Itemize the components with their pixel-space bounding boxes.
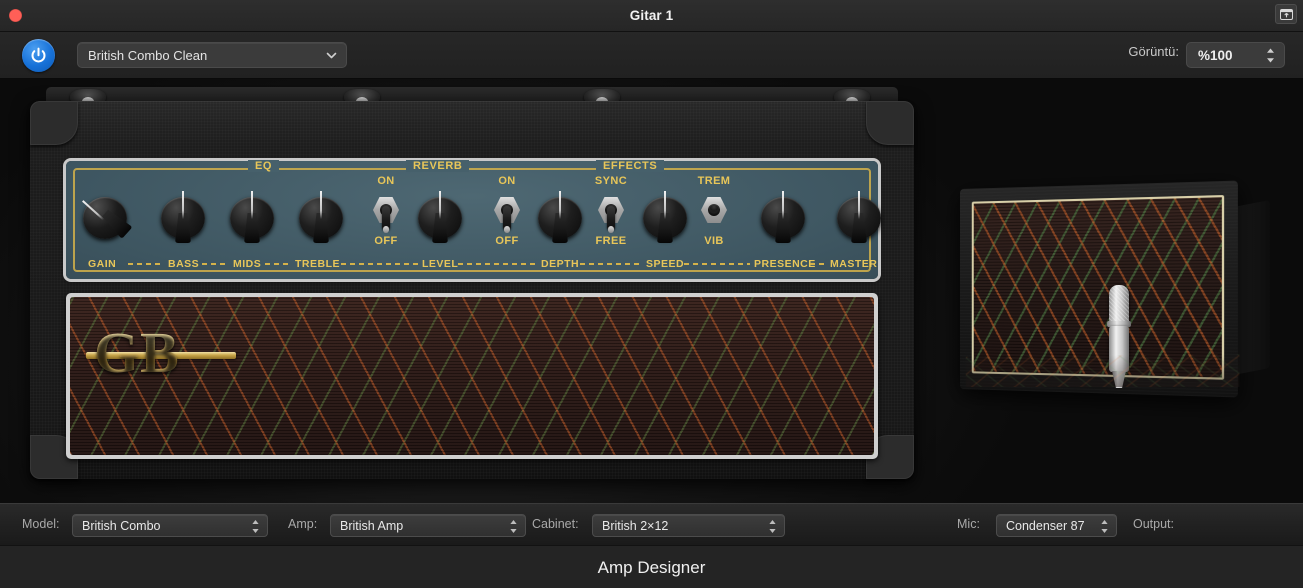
mic-label: Mic: xyxy=(957,517,980,531)
up-down-stepper-icon[interactable] xyxy=(768,519,777,539)
section-header-effects: EFFECTS xyxy=(596,160,664,172)
knob-label-depth: DEPTH xyxy=(541,258,579,270)
amp-head: EQ REVERB EFFECTS xyxy=(16,87,928,493)
toggle-bottom-label: FREE xyxy=(580,235,642,247)
knob-label-master: MASTER xyxy=(830,258,877,270)
power-button[interactable] xyxy=(22,39,55,72)
cabinet-dropdown[interactable]: British 2×12 xyxy=(592,514,785,537)
knob-label-presence: PRESENCE xyxy=(754,258,816,270)
up-down-stepper-icon[interactable] xyxy=(1100,519,1109,539)
toggle-trem-vib[interactable]: TREM VIB xyxy=(683,175,745,247)
plugin-name: Amp Designer xyxy=(0,546,1303,588)
plugin-header: British Combo Clean Görüntü: %100 xyxy=(0,32,1303,79)
preset-value: British Combo Clean xyxy=(88,43,207,69)
cabinet-3d-view[interactable] xyxy=(960,189,1270,409)
view-zoom-stepper[interactable]: %100 xyxy=(1186,42,1285,68)
up-down-stepper-icon[interactable] xyxy=(1265,47,1276,69)
amp-control-panel: EQ REVERB EFFECTS xyxy=(66,161,878,279)
knob-presence[interactable] xyxy=(752,193,814,243)
speaker-grille-frame: GB xyxy=(66,293,878,459)
gb-logo: GB xyxy=(94,323,228,385)
section-header-eq: EQ xyxy=(248,160,279,172)
knob-gain[interactable] xyxy=(74,193,136,243)
up-down-stepper-icon[interactable] xyxy=(251,519,260,539)
amp-cabinet-body: EQ REVERB EFFECTS xyxy=(30,101,914,479)
toggle-bottom-label: VIB xyxy=(683,235,745,247)
knob-row: ON OFF ON OFF xyxy=(66,185,878,255)
knob-treble[interactable] xyxy=(290,193,352,243)
gb-logo-text: GB xyxy=(94,323,228,385)
amp-designer-window: Gitar 1 British Combo Clean Görü xyxy=(0,0,1303,588)
toggle-top-label: ON xyxy=(476,175,538,187)
knob-label-bass: BASS xyxy=(168,258,199,270)
speaker-grille-cloth: GB xyxy=(70,297,874,455)
amp-stage: EQ REVERB EFFECTS xyxy=(0,79,1303,503)
corner-protector xyxy=(866,101,914,145)
view-label: Görüntü: xyxy=(1128,44,1179,59)
window-title: Gitar 1 xyxy=(0,0,1303,32)
cabinet-value: British 2×12 xyxy=(602,515,668,538)
plugin-footer: Amp Designer xyxy=(0,545,1303,588)
amp-dropdown[interactable]: British Amp xyxy=(330,514,526,537)
mic-value: Condenser 87 xyxy=(1006,515,1085,538)
cabinet-grille-cloth xyxy=(972,195,1224,380)
amp-label: Amp: xyxy=(288,517,317,531)
model-dropdown[interactable]: British Combo xyxy=(72,514,268,537)
model-label: Model: xyxy=(22,517,60,531)
knob-mids[interactable] xyxy=(221,193,283,243)
knob-label-treble: TREBLE xyxy=(295,258,340,270)
toggle-sync-free[interactable]: SYNC FREE xyxy=(580,175,642,247)
knob-label-mids: MIDS xyxy=(233,258,261,270)
model-value: British Combo xyxy=(82,515,161,538)
bottom-toolbar: Model: British Combo Amp: British Amp Ca… xyxy=(0,503,1303,545)
knob-master[interactable] xyxy=(828,193,890,243)
view-zoom-value: %100 xyxy=(1198,43,1233,69)
toggle-reverb-on-off[interactable]: ON OFF xyxy=(355,175,417,247)
knob-label-speed: SPEED xyxy=(646,258,684,270)
preset-dropdown[interactable]: British Combo Clean xyxy=(77,42,347,68)
toggle-bottom-label: OFF xyxy=(355,235,417,247)
output-label: Output: xyxy=(1133,517,1174,531)
up-down-stepper-icon[interactable] xyxy=(509,519,518,539)
knob-label-level: LEVEL xyxy=(422,258,458,270)
knob-label-gain: GAIN xyxy=(88,258,116,270)
toggle-top-label: ON xyxy=(355,175,417,187)
toggle-top-label: SYNC xyxy=(580,175,642,187)
cabinet-reflection xyxy=(966,354,1239,387)
cabinet-label: Cabinet: xyxy=(532,517,579,531)
mic-capsule xyxy=(1109,285,1129,323)
amp-value: British Amp xyxy=(340,515,403,538)
toggle-top-label: TREM xyxy=(683,175,745,187)
corner-protector xyxy=(30,101,78,145)
knob-bass[interactable] xyxy=(152,193,214,243)
export-window-icon[interactable] xyxy=(1275,4,1297,24)
mic-dropdown[interactable]: Condenser 87 xyxy=(996,514,1117,537)
knob-level[interactable] xyxy=(409,193,471,243)
section-header-reverb: REVERB xyxy=(406,160,469,172)
chevron-down-icon xyxy=(325,49,338,67)
title-bar: Gitar 1 xyxy=(0,0,1303,32)
